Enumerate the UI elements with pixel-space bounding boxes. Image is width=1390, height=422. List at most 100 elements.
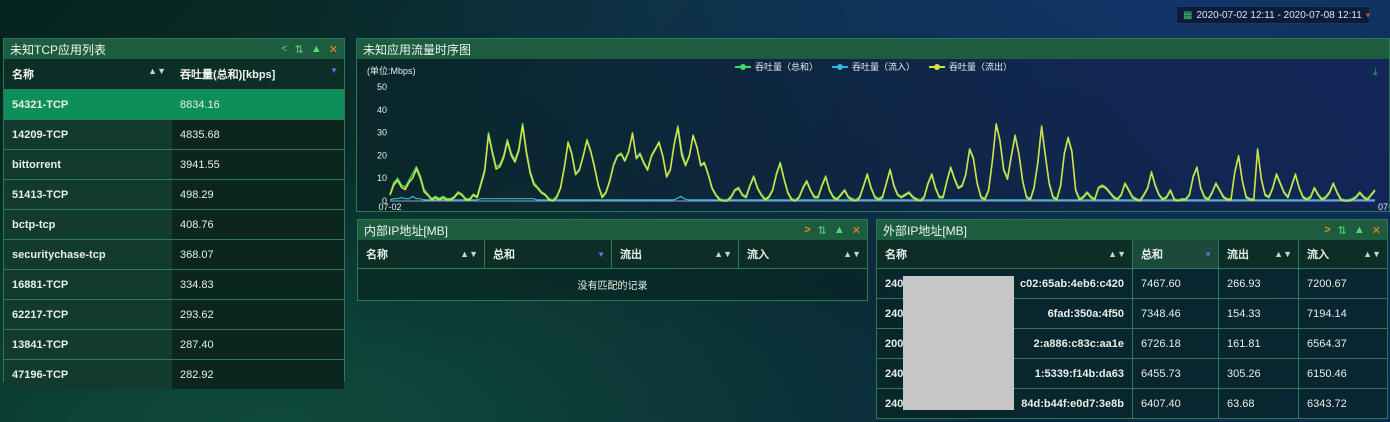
column-name[interactable]: 名称 ▲▼ bbox=[877, 240, 1133, 268]
caret-down-icon: ▾ bbox=[1365, 9, 1371, 20]
chart-panel: 未知应用流量时序图 (单位:Mbps)0102030405007-0220200… bbox=[356, 38, 1390, 212]
internal-panel-header: 内部IP地址[MB] > ⇅ ▲ ✕ bbox=[358, 220, 867, 240]
tcp-app-panel: 未知TCP应用列表 < ⇅ ▲ ✕ 名称 ▲▼ 吞吐量(总和)[kbps] ▼ 54… bbox=[3, 38, 345, 389]
external-panel-title: 外部IP地址[MB] bbox=[883, 223, 968, 238]
close-icon[interactable]: ✕ bbox=[852, 224, 861, 237]
y-tick-label: 30 bbox=[377, 128, 387, 138]
collapse-icon[interactable]: ▲ bbox=[311, 43, 322, 56]
column-out[interactable]: 流出 ▲▼ bbox=[1219, 240, 1299, 268]
column-in[interactable]: 流入 ▲▼ bbox=[1299, 240, 1387, 268]
sort-settings-icon[interactable]: ⇅ bbox=[1338, 224, 1347, 237]
legend-marker bbox=[740, 64, 746, 70]
table-row[interactable]: 14209-TCP 4835.68 bbox=[4, 119, 344, 149]
out-cell: 305.26 bbox=[1219, 359, 1299, 388]
out-cell: 161.81 bbox=[1219, 329, 1299, 358]
table-row[interactable]: 62217-TCP 293.62 bbox=[4, 299, 344, 329]
next-icon[interactable]: > bbox=[1324, 224, 1330, 237]
tcp-panel-header: 未知TCP应用列表 < ⇅ ▲ ✕ bbox=[4, 39, 344, 59]
throughput-cell: 408.76 bbox=[172, 210, 344, 239]
y-tick-label: 40 bbox=[377, 105, 387, 115]
in-cell: 7194.14 bbox=[1307, 307, 1347, 320]
tcp-table-body: 54321-TCP 8834.16 14209-TCP 4835.68 bittorre… bbox=[4, 89, 344, 389]
close-icon[interactable]: ✕ bbox=[329, 43, 338, 56]
chart-panel-header: 未知应用流量时序图 bbox=[357, 39, 1389, 59]
app-name-cell: 16881-TCP bbox=[4, 270, 172, 299]
series-line bbox=[389, 123, 1376, 202]
legend-marker bbox=[934, 64, 940, 70]
internal-ip-panel: 内部IP地址[MB] > ⇅ ▲ ✕ 名称 ▲▼ 总和 ▼ 流出 ▲▼ 流入 ▲▼ 没有… bbox=[357, 219, 868, 301]
traffic-chart: (单位:Mbps)0102030405007-02202007-20吞吐量（总和… bbox=[367, 61, 1389, 211]
x-tick-label: 07-02 bbox=[378, 202, 401, 211]
y-tick-label: 10 bbox=[377, 173, 387, 183]
date-range-text: 2020-07-02 12:11 - 2020-07-08 12:11 bbox=[1196, 9, 1362, 21]
sort-settings-icon[interactable]: ⇅ bbox=[295, 43, 304, 56]
prev-icon[interactable]: < bbox=[281, 43, 287, 56]
sort-desc-icon[interactable]: ▼ bbox=[330, 66, 338, 82]
calendar-icon: ▦ bbox=[1183, 9, 1193, 21]
table-row[interactable]: 51413-TCP 498.29 bbox=[4, 179, 344, 209]
sort-desc-icon: ▼ bbox=[597, 249, 605, 259]
throughput-cell: 368.07 bbox=[172, 240, 344, 269]
throughput-cell: 4835.68 bbox=[172, 120, 344, 149]
in-cell: 6343.72 bbox=[1307, 397, 1347, 410]
external-panel-header: 外部IP地址[MB] > ⇅ ▲ ✕ bbox=[877, 220, 1387, 240]
next-icon[interactable]: > bbox=[804, 224, 810, 237]
chart-panel-title: 未知应用流量时序图 bbox=[363, 42, 472, 57]
close-icon[interactable]: ✕ bbox=[1372, 224, 1381, 237]
tcp-table-header: 名称 ▲▼ 吞吐量(总和)[kbps] ▼ bbox=[4, 59, 344, 89]
app-name-cell: bittorrent bbox=[4, 150, 172, 179]
download-icon[interactable]: ⤓ bbox=[1373, 65, 1378, 78]
table-row[interactable]: 47196-TCP 282.92 bbox=[4, 359, 344, 389]
column-out[interactable]: 流出 ▲▼ bbox=[612, 240, 739, 268]
date-range-picker[interactable]: ▦ 2020-07-02 12:11 - 2020-07-08 12:11 ▾ bbox=[1176, 6, 1370, 24]
collapse-icon[interactable]: ▲ bbox=[834, 224, 845, 237]
throughput-cell: 8834.16 bbox=[172, 90, 344, 119]
in-cell: 6150.46 bbox=[1307, 367, 1347, 380]
column-total[interactable]: 总和 ▼ bbox=[1133, 240, 1219, 268]
collapse-icon[interactable]: ▲ bbox=[1354, 224, 1365, 237]
out-cell: 154.33 bbox=[1219, 299, 1299, 328]
internal-table-header: 名称 ▲▼ 总和 ▼ 流出 ▲▼ 流入 ▲▼ bbox=[358, 240, 867, 268]
table-row[interactable]: bctp-tcp 408.76 bbox=[4, 209, 344, 239]
throughput-cell: 3941.55 bbox=[172, 150, 344, 179]
sort-icon: ▲▼ bbox=[460, 249, 478, 259]
column-name[interactable]: 名称 ▲▼ bbox=[358, 240, 485, 268]
total-cell: 7467.60 bbox=[1133, 269, 1219, 298]
total-cell: 6726.18 bbox=[1133, 329, 1219, 358]
app-name-cell: 14209-TCP bbox=[4, 120, 172, 149]
sort-icon[interactable]: ▲▼ bbox=[148, 66, 166, 82]
throughput-cell: 498.29 bbox=[172, 180, 344, 209]
app-name-cell: 47196-TCP bbox=[4, 360, 172, 389]
table-row[interactable]: securitychase-tcp 368.07 bbox=[4, 239, 344, 269]
redaction-box bbox=[903, 276, 1014, 410]
sort-settings-icon[interactable]: ⇅ bbox=[818, 224, 827, 237]
y-axis-label: (单位:Mbps) bbox=[367, 65, 416, 76]
x-tick-label: 07- bbox=[1378, 202, 1389, 211]
legend-label: 吞吐量（流入） bbox=[852, 61, 915, 72]
sort-icon: ▲▼ bbox=[1274, 249, 1292, 259]
table-row[interactable]: bittorrent 3941.55 bbox=[4, 149, 344, 179]
column-in[interactable]: 流入 ▲▼ bbox=[739, 240, 867, 268]
table-row[interactable]: 16881-TCP 334.83 bbox=[4, 269, 344, 299]
app-name-cell: 51413-TCP bbox=[4, 180, 172, 209]
throughput-cell: 293.62 bbox=[172, 300, 344, 329]
app-name-cell: 13841-TCP bbox=[4, 330, 172, 359]
legend-label: 吞吐量（总和） bbox=[755, 61, 818, 72]
in-cell: 7200.67 bbox=[1307, 277, 1347, 290]
y-tick-label: 20 bbox=[377, 150, 387, 160]
column-total[interactable]: 总和 ▼ bbox=[485, 240, 612, 268]
throughput-cell: 287.40 bbox=[172, 330, 344, 359]
sort-icon: ▲▼ bbox=[714, 249, 732, 259]
sort-icon: ▲▼ bbox=[1363, 249, 1381, 259]
table-row[interactable]: 54321-TCP 8834.16 bbox=[4, 89, 344, 119]
total-cell: 6407.40 bbox=[1133, 389, 1219, 418]
out-cell: 63.68 bbox=[1219, 389, 1299, 418]
in-cell: 6564.37 bbox=[1307, 337, 1347, 350]
legend-label: 吞吐量（流出） bbox=[949, 61, 1012, 72]
app-name-cell: 62217-TCP bbox=[4, 300, 172, 329]
legend-marker bbox=[837, 64, 843, 70]
column-throughput[interactable]: 吞吐量(总和)[kbps] ▼ bbox=[172, 66, 344, 82]
app-name-cell: securitychase-tcp bbox=[4, 240, 172, 269]
column-name[interactable]: 名称 ▲▼ bbox=[4, 66, 172, 82]
table-row[interactable]: 13841-TCP 287.40 bbox=[4, 329, 344, 359]
